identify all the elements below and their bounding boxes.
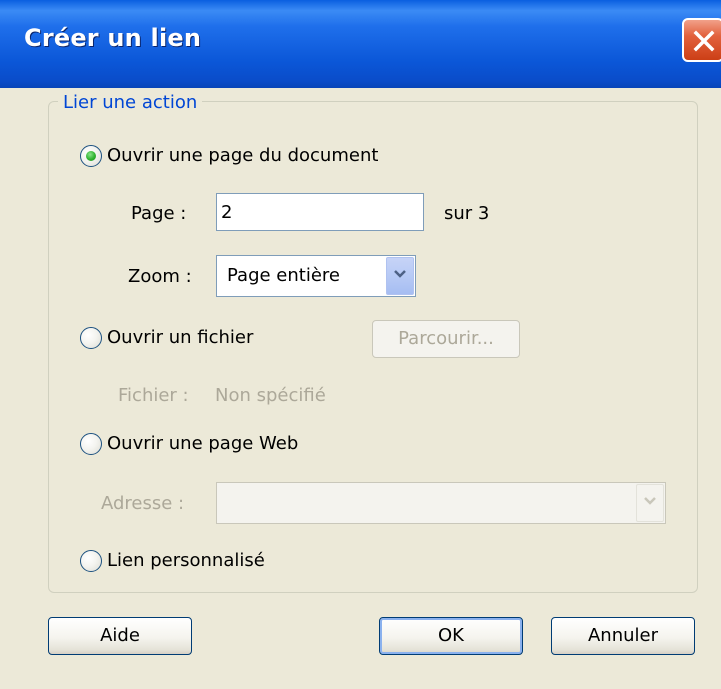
page-number-input[interactable] (216, 193, 424, 231)
chevron-down-icon (644, 497, 656, 505)
address-label: Adresse : (101, 493, 185, 514)
address-dropdown-button[interactable] (636, 484, 664, 522)
ok-button[interactable]: OK (379, 617, 523, 655)
close-icon (693, 30, 715, 52)
chevron-down-icon (394, 270, 406, 278)
zoom-label: Zoom : (128, 266, 192, 287)
radio-custom-link[interactable] (80, 550, 102, 572)
radio-open-page[interactable] (80, 145, 102, 167)
browse-button[interactable]: Parcourir... (372, 320, 520, 358)
group-legend: Lier une action (58, 92, 203, 113)
cancel-button[interactable]: Annuler (551, 617, 695, 655)
radio-open-web[interactable] (80, 433, 102, 455)
address-combobox[interactable] (216, 482, 666, 524)
radio-open-file[interactable] (80, 327, 102, 349)
option-custom-link-label[interactable]: Lien personnalisé (107, 550, 265, 571)
window-title: Créer un lien (24, 24, 202, 52)
page-total: sur 3 (444, 203, 490, 224)
close-button[interactable] (682, 18, 721, 62)
option-open-file-label[interactable]: Ouvrir un fichier (107, 327, 253, 348)
file-label: Fichier : (118, 385, 189, 406)
zoom-value: Page entière (227, 265, 340, 286)
zoom-select[interactable]: Page entière (216, 255, 416, 297)
help-button[interactable]: Aide (48, 617, 192, 655)
title-bar[interactable]: Créer un lien (0, 0, 721, 88)
file-value: Non spécifié (215, 385, 326, 406)
zoom-dropdown-button[interactable] (386, 257, 414, 295)
option-open-web-label[interactable]: Ouvrir une page Web (107, 433, 298, 454)
page-label: Page : (131, 203, 187, 224)
option-open-page-label[interactable]: Ouvrir une page du document (107, 145, 378, 166)
create-link-dialog: Créer un lien Lier une action Ouvrir une… (0, 0, 721, 689)
